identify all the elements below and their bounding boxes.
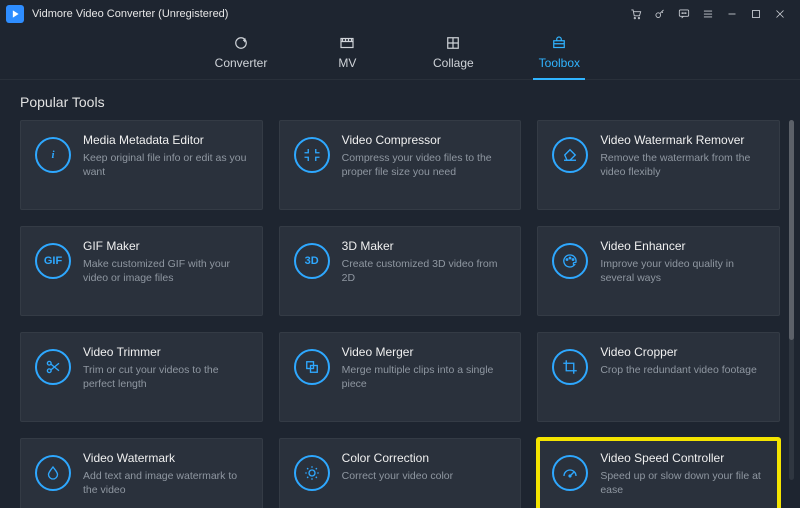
nav-tabs: Converter MV Collage Toolbox	[0, 28, 800, 80]
tab-label: Toolbox	[539, 56, 580, 70]
info-icon: i	[35, 137, 71, 173]
tab-toolbox[interactable]: Toolbox	[533, 34, 585, 80]
card-title: Video Enhancer	[600, 239, 767, 253]
card-desc: Correct your video color	[342, 469, 453, 483]
card-desc: Add text and image watermark to the vide…	[83, 469, 250, 497]
card-gif-maker[interactable]: GIF GIF Maker Make customized GIF with y…	[20, 226, 263, 316]
card-desc: Crop the redundant video footage	[600, 363, 756, 377]
card-title: 3D Maker	[342, 239, 509, 253]
scrollbar[interactable]	[789, 120, 794, 480]
eraser-icon	[552, 137, 588, 173]
merge-icon	[294, 349, 330, 385]
card-video-enhancer[interactable]: Video Enhancer Improve your video qualit…	[537, 226, 780, 316]
key-icon[interactable]	[648, 2, 672, 26]
feedback-icon[interactable]	[672, 2, 696, 26]
toolbox-icon	[550, 34, 568, 52]
tab-collage[interactable]: Collage	[427, 34, 479, 80]
maximize-icon[interactable]	[744, 2, 768, 26]
card-title: Video Watermark Remover	[600, 133, 767, 147]
compress-icon	[294, 137, 330, 173]
cart-icon[interactable]	[624, 2, 648, 26]
card-title: Video Speed Controller	[600, 451, 767, 465]
drop-icon	[35, 455, 71, 491]
grid-icon	[444, 34, 462, 52]
card-desc: Trim or cut your videos to the perfect l…	[83, 363, 250, 391]
card-watermark-remover[interactable]: Video Watermark Remover Remove the water…	[537, 120, 780, 210]
app-title: Vidmore Video Converter (Unregistered)	[32, 8, 228, 20]
card-desc: Compress your video files to the proper …	[342, 151, 509, 179]
card-title: Color Correction	[342, 451, 453, 465]
card-desc: Remove the watermark from the video flex…	[600, 151, 767, 179]
card-media-metadata[interactable]: i Media Metadata Editor Keep original fi…	[20, 120, 263, 210]
card-video-trimmer[interactable]: Video Trimmer Trim or cut your videos to…	[20, 332, 263, 422]
card-title: Video Cropper	[600, 345, 756, 359]
gauge-icon	[552, 455, 588, 491]
scissor-icon	[35, 349, 71, 385]
tab-label: Converter	[215, 56, 268, 70]
card-video-merger[interactable]: Video Merger Merge multiple clips into a…	[279, 332, 522, 422]
card-desc: Improve your video quality in several wa…	[600, 257, 767, 285]
app-logo	[6, 5, 24, 23]
tools-grid: i Media Metadata Editor Keep original fi…	[20, 120, 780, 508]
card-title: Video Watermark	[83, 451, 250, 465]
card-title: Video Trimmer	[83, 345, 250, 359]
card-desc: Speed up or slow down your file at ease	[600, 469, 767, 497]
card-video-cropper[interactable]: Video Cropper Crop the redundant video f…	[537, 332, 780, 422]
card-video-watermark[interactable]: Video Watermark Add text and image water…	[20, 438, 263, 508]
tab-mv[interactable]: MV	[321, 34, 373, 80]
palette-icon	[552, 243, 588, 279]
card-title: GIF Maker	[83, 239, 250, 253]
minimize-icon[interactable]	[720, 2, 744, 26]
close-icon[interactable]	[768, 2, 792, 26]
card-video-compressor[interactable]: Video Compressor Compress your video fil…	[279, 120, 522, 210]
card-title: Media Metadata Editor	[83, 133, 250, 147]
card-title: Video Compressor	[342, 133, 509, 147]
titlebar: Vidmore Video Converter (Unregistered)	[0, 0, 800, 28]
gif-icon: GIF	[35, 243, 71, 279]
tab-label: Collage	[433, 56, 474, 70]
card-desc: Create customized 3D video from 2D	[342, 257, 509, 285]
menu-icon[interactable]	[696, 2, 720, 26]
card-3d-maker[interactable]: 3D 3D Maker Create customized 3D video f…	[279, 226, 522, 316]
card-title: Video Merger	[342, 345, 509, 359]
card-color-correction[interactable]: Color Correction Correct your video colo…	[279, 438, 522, 508]
tab-label: MV	[338, 56, 356, 70]
refresh-icon	[232, 34, 250, 52]
film-icon	[338, 34, 356, 52]
card-desc: Keep original file info or edit as you w…	[83, 151, 250, 179]
tools-scroll[interactable]: i Media Metadata Editor Keep original fi…	[0, 120, 800, 508]
card-desc: Make customized GIF with your video or i…	[83, 257, 250, 285]
card-video-speed-controller[interactable]: Video Speed Controller Speed up or slow …	[537, 438, 780, 508]
3d-icon: 3D	[294, 243, 330, 279]
section-title: Popular Tools	[0, 80, 800, 120]
tab-converter[interactable]: Converter	[215, 34, 268, 80]
crop-icon	[552, 349, 588, 385]
sun-icon	[294, 455, 330, 491]
card-desc: Merge multiple clips into a single piece	[342, 363, 509, 391]
scrollbar-thumb[interactable]	[789, 120, 794, 340]
